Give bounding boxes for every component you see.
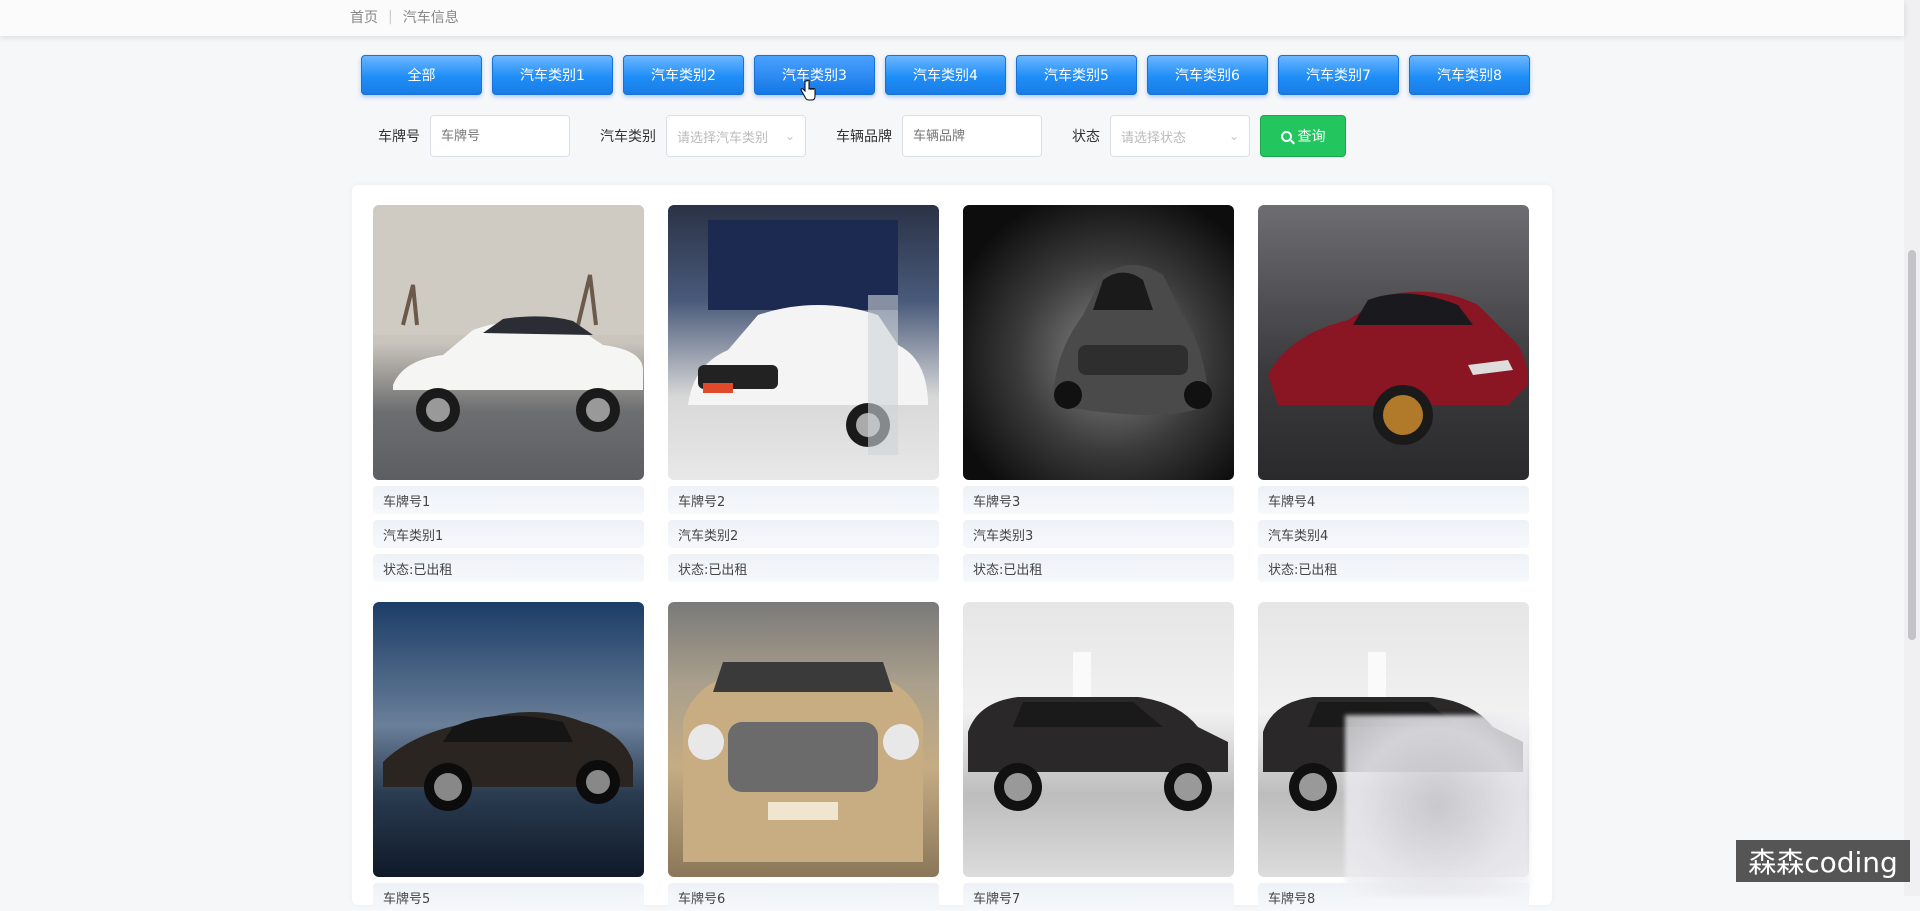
search-form: 车牌号 汽车类别 请选择汽车类别 ⌄ 车辆品牌 状态 请选择状态 ⌄ 查询 [378, 115, 1346, 157]
blurred-region [1345, 715, 1530, 896]
car-category: 汽车类别3 [963, 520, 1234, 548]
status-select[interactable]: 请选择状态 ⌄ [1110, 115, 1250, 157]
breadcrumb: 首页 | 汽车信息 [350, 7, 459, 27]
status-select-placeholder: 请选择状态 [1121, 130, 1187, 146]
category-filter-bar: 全部 汽车类别1 汽车类别2 汽车类别3 汽车类别4 汽车类别5 汽车类别6 汽… [361, 55, 1530, 95]
car-photo[interactable] [1258, 205, 1529, 480]
category-2-button[interactable]: 汽车类别2 [623, 55, 744, 95]
car-status: 状态:已出租 [963, 554, 1234, 582]
search-icon [1280, 130, 1292, 142]
car-card[interactable]: 车牌号3 汽车类别3 状态:已出租 [963, 205, 1234, 582]
category-label: 汽车类别 [600, 129, 656, 145]
car-photo[interactable] [668, 205, 939, 480]
scrollbar-thumb[interactable] [1908, 250, 1916, 640]
plate-label: 车牌号 [378, 129, 420, 145]
car-photo[interactable] [668, 602, 939, 877]
breadcrumb-current: 汽车信息 [402, 10, 459, 26]
category-6-button[interactable]: 汽车类别6 [1147, 55, 1268, 95]
car-category: 汽车类别1 [373, 520, 644, 548]
car-status: 状态:已出租 [1258, 554, 1529, 582]
chevron-down-icon: ⌄ [1228, 129, 1239, 143]
hand-cursor-icon [800, 80, 816, 101]
car-plate: 车牌号4 [1258, 486, 1529, 514]
category-5-button[interactable]: 汽车类别5 [1016, 55, 1137, 95]
car-photo[interactable] [963, 205, 1234, 480]
car-status: 状态:已出租 [668, 554, 939, 582]
category-1-button[interactable]: 汽车类别1 [492, 55, 613, 95]
car-photo[interactable] [963, 602, 1234, 877]
plate-input[interactable] [430, 115, 570, 157]
brand-label: 车辆品牌 [836, 129, 892, 145]
category-select[interactable]: 请选择汽车类别 ⌄ [666, 115, 806, 157]
car-photo[interactable] [373, 602, 644, 877]
breadcrumb-separator: | [388, 9, 393, 25]
car-plate: 车牌号7 [963, 883, 1234, 911]
status-label: 状态 [1072, 129, 1100, 145]
car-status: 状态:已出租 [373, 554, 644, 582]
category-8-button[interactable]: 汽车类别8 [1409, 55, 1530, 95]
chevron-down-icon: ⌄ [784, 129, 795, 143]
car-card[interactable]: 车牌号7 [963, 602, 1234, 911]
car-category: 汽车类别2 [668, 520, 939, 548]
car-card[interactable]: 车牌号4 汽车类别4 状态:已出租 [1258, 205, 1529, 582]
car-plate: 车牌号6 [668, 883, 939, 911]
car-category: 汽车类别4 [1258, 520, 1529, 548]
car-card[interactable]: 车牌号2 汽车类别2 状态:已出租 [668, 205, 939, 582]
car-plate: 车牌号1 [373, 486, 644, 514]
brand-input[interactable] [902, 115, 1042, 157]
car-plate: 车牌号2 [668, 486, 939, 514]
car-plate: 车牌号5 [373, 883, 644, 911]
car-card[interactable]: 车牌号5 [373, 602, 644, 911]
car-card[interactable]: 车牌号6 [668, 602, 939, 911]
search-button-label: 查询 [1297, 129, 1326, 145]
category-4-button[interactable]: 汽车类别4 [885, 55, 1006, 95]
search-button[interactable]: 查询 [1260, 115, 1346, 157]
vertical-scrollbar[interactable] [1904, 0, 1920, 896]
category-7-button[interactable]: 汽车类别7 [1278, 55, 1399, 95]
car-card[interactable]: 车牌号1 汽车类别1 状态:已出租 [373, 205, 644, 582]
car-plate: 车牌号3 [963, 486, 1234, 514]
watermark: 森森coding [1736, 840, 1910, 882]
category-all-button[interactable]: 全部 [361, 55, 482, 95]
car-photo[interactable] [373, 205, 644, 480]
breadcrumb-bar: 首页 | 汽车信息 [0, 0, 1904, 36]
breadcrumb-home[interactable]: 首页 [350, 7, 378, 27]
category-select-placeholder: 请选择汽车类别 [677, 130, 769, 146]
